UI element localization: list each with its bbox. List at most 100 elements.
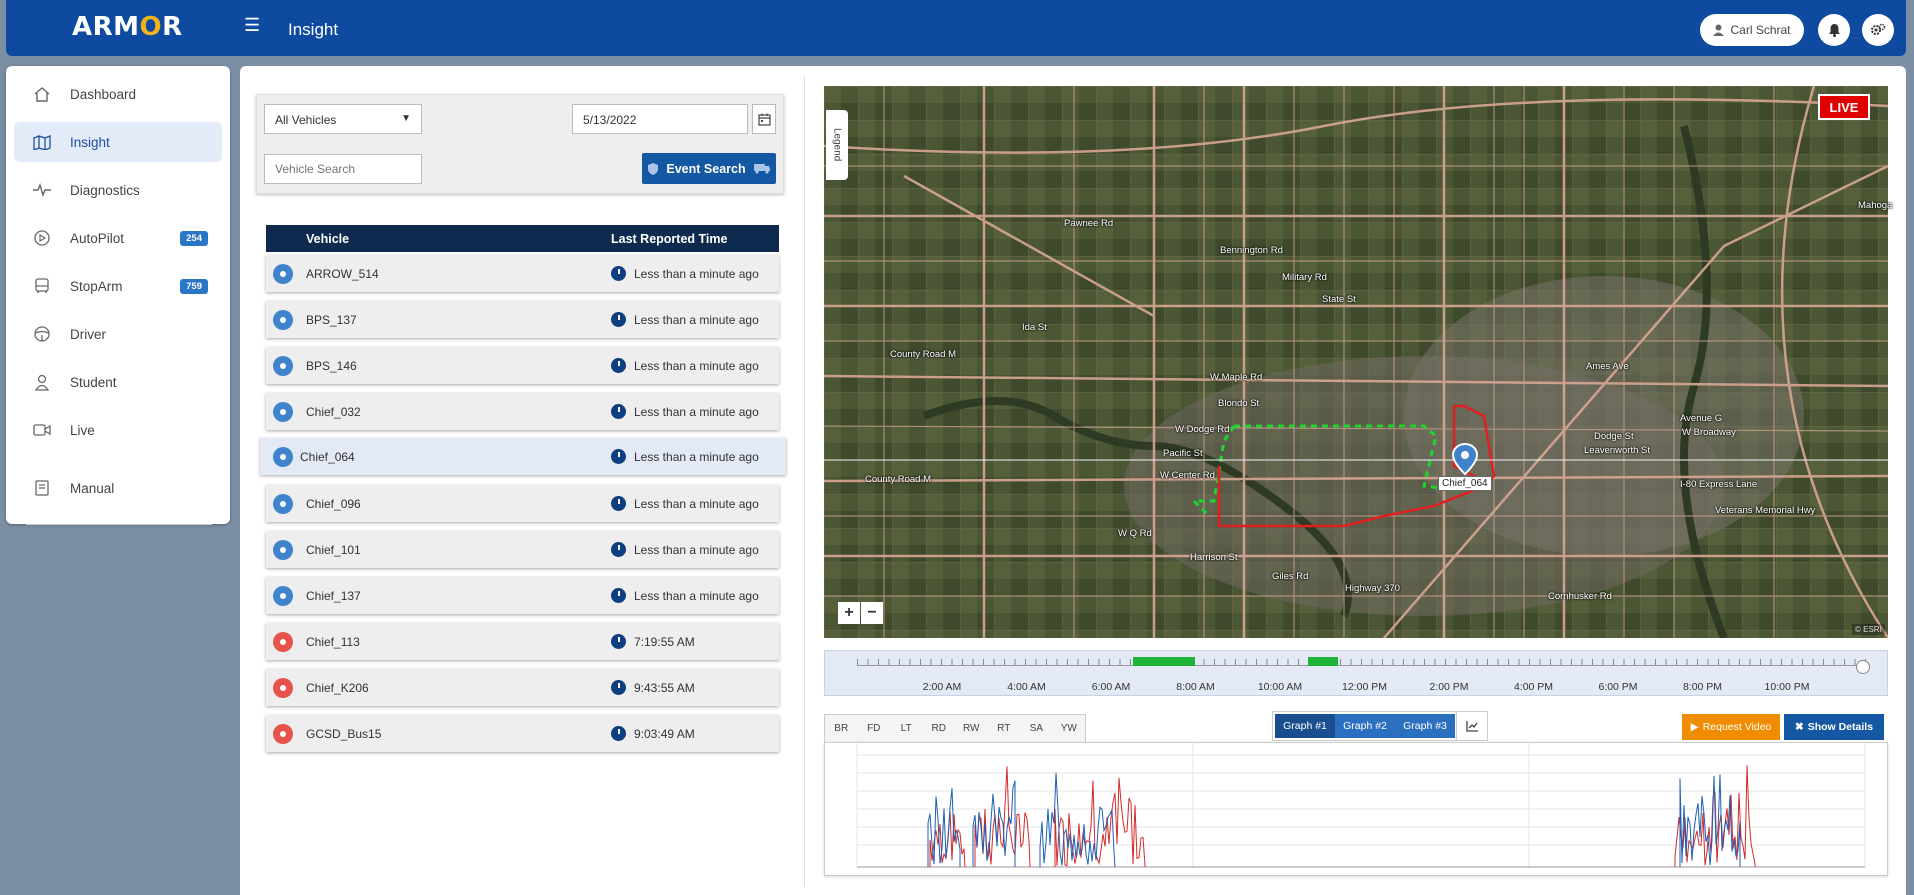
graph-1-button[interactable]: Graph #1 (1275, 714, 1335, 738)
event-search-button[interactable]: Event Search (642, 153, 776, 184)
timeline-activity-segment (1133, 657, 1195, 666)
sidebar-item-student[interactable]: Student (14, 362, 222, 402)
map-place-label: County Road M (865, 474, 932, 485)
user-menu-button[interactable]: Carl Schrat (1700, 14, 1804, 46)
armor-logo[interactable]: ARMOR (72, 12, 183, 42)
vehicle-row[interactable]: BPS_137 Less than a minute ago (266, 301, 779, 338)
sidebar-item-stoparm[interactable]: StopArm 759 (14, 266, 222, 306)
graph-selector: Graph #1 Graph #2 Graph #3 (1272, 711, 1458, 741)
timeline-hour-label: 2:00 PM (1429, 681, 1469, 693)
sidebar-item-insight[interactable]: Insight (14, 122, 222, 162)
clock-icon (611, 588, 626, 603)
map-place-label: W Maple Rd (1210, 372, 1263, 383)
vehicle-filter-value: All Vehicles (275, 113, 337, 127)
vehicle-row[interactable]: GCSD_Bus15 9:03:49 AM (266, 715, 779, 752)
clock-icon (611, 404, 626, 419)
video-camera-icon (32, 424, 52, 436)
date-input[interactable]: 5/13/2022 (572, 104, 748, 134)
hamburger-menu-icon[interactable]: ☰ (244, 16, 260, 34)
live-badge[interactable]: LIVE (1818, 94, 1870, 120)
map-place-label: Pacific St (1163, 448, 1203, 459)
sensor-tab-br[interactable]: BR (825, 723, 858, 734)
sidebar-item-driver[interactable]: Driver (14, 314, 222, 354)
vehicle-row[interactable]: Chief_101 Less than a minute ago (266, 531, 779, 568)
graph-2-button[interactable]: Graph #2 (1335, 714, 1395, 738)
vehicle-row[interactable]: Chief_137 Less than a minute ago (266, 577, 779, 614)
vehicle-row[interactable]: Chief_113 7:19:55 AM (266, 623, 779, 660)
page-title: Insight (288, 20, 339, 39)
sidebar-item-label: Student (70, 374, 117, 390)
chart-toggle-button[interactable] (1456, 711, 1488, 741)
request-video-button[interactable]: ▶ Request Video (1682, 714, 1780, 740)
sensor-tab-sa[interactable]: SA (1020, 723, 1053, 734)
column-header-last-reported[interactable]: Last Reported Time (611, 232, 727, 246)
graph-3-button[interactable]: Graph #3 (1395, 714, 1455, 738)
sidebar-item-label: Insight (70, 134, 110, 150)
vehicle-row[interactable]: Chief_064 Less than a minute ago (260, 438, 786, 475)
shield-icon (648, 162, 659, 175)
status-dot-icon (273, 632, 293, 652)
clock-icon (611, 449, 626, 464)
timeline-hour-label: 10:00 AM (1257, 681, 1303, 693)
sensor-graph[interactable] (824, 742, 1888, 876)
map-place-label: Veterans Memorial Hwy (1715, 505, 1816, 516)
zoom-out-button[interactable]: − (861, 602, 883, 624)
show-details-button[interactable]: ✖ Show Details (1784, 714, 1884, 740)
map-attribution: © ESRI (1852, 624, 1885, 635)
zoom-in-button[interactable]: + (838, 602, 860, 624)
play-icon (32, 230, 52, 246)
autopilot-count-badge: 254 (180, 230, 208, 246)
vehicle-name: Chief_K206 (306, 681, 369, 695)
settings-button[interactable] (1862, 14, 1894, 46)
map-place-label: State St (1322, 294, 1356, 305)
satellite-map[interactable] (824, 86, 1888, 638)
sensor-tabs: BR FD LT RD RW RT SA YW (824, 714, 1086, 742)
sidebar-item-autopilot[interactable]: AutoPilot 254 (14, 218, 222, 258)
clock-icon (611, 358, 626, 373)
vehicle-table-header: Vehicle Last Reported Time (266, 225, 779, 252)
user-name: Carl Schrat (1730, 23, 1791, 37)
sidebar-item-label: Driver (70, 326, 106, 342)
vehicle-name: Chief_064 (300, 450, 355, 464)
vehicle-row[interactable]: Chief_032 Less than a minute ago (266, 393, 779, 430)
last-reported-time: Less than a minute ago (634, 359, 759, 373)
last-reported-time: Less than a minute ago (634, 497, 759, 511)
panel-divider (804, 76, 805, 886)
last-reported-time: Less than a minute ago (634, 267, 759, 281)
calendar-button[interactable] (752, 104, 776, 134)
sidebar-item-diagnostics[interactable]: Diagnostics (14, 170, 222, 210)
vehicle-name: Chief_096 (306, 497, 361, 511)
sidebar-item-dashboard[interactable]: Dashboard (14, 74, 222, 114)
map-legend-toggle[interactable]: Legend (826, 110, 848, 180)
vehicle-map-label[interactable]: Chief_064 (1438, 476, 1492, 491)
vehicle-row[interactable]: ARROW_514 Less than a minute ago (266, 255, 779, 292)
top-header: ARMOR ☰ Insight (6, 0, 1906, 56)
play-icon: ▶ (1690, 721, 1699, 733)
sidebar-item-manual[interactable]: Manual (14, 468, 222, 508)
sidebar: Dashboard Insight Diagnostics AutoPilot … (6, 66, 230, 525)
vehicle-search-input[interactable] (264, 154, 422, 184)
sensor-tab-rt[interactable]: RT (988, 723, 1021, 734)
timeline-handle[interactable] (1856, 660, 1870, 674)
sidebar-item-live[interactable]: Live (14, 410, 222, 450)
status-dot-icon (273, 678, 293, 698)
vehicle-row[interactable]: BPS_146 Less than a minute ago (266, 347, 779, 384)
sensor-tab-rw[interactable]: RW (955, 723, 988, 734)
sensor-tab-fd[interactable]: FD (858, 723, 891, 734)
timeline-slider[interactable]: 2:00 AM 4:00 AM 6:00 AM 8:00 AM 10:00 AM 12:0… (824, 650, 1888, 696)
vehicle-row[interactable]: Chief_096 Less than a minute ago (266, 485, 779, 522)
vehicle-name: Chief_113 (306, 635, 360, 649)
sidebar-item-label: Dashboard (70, 86, 137, 102)
map-place-label: W Broadway (1682, 427, 1736, 438)
sensor-tab-rd[interactable]: RD (923, 723, 956, 734)
sensor-tab-lt[interactable]: LT (890, 723, 923, 734)
vehicle-filter-select[interactable]: All Vehicles ▼ (264, 104, 422, 134)
user-icon (1713, 24, 1725, 36)
last-reported-time: Less than a minute ago (634, 450, 759, 464)
notifications-button[interactable] (1818, 14, 1850, 46)
vehicle-row[interactable]: Chief_K206 9:43:55 AM (266, 669, 779, 706)
column-header-vehicle[interactable]: Vehicle (306, 232, 349, 246)
status-dot-icon (273, 447, 293, 467)
sensor-tab-yw[interactable]: YW (1053, 723, 1086, 734)
pulse-icon (32, 183, 52, 197)
